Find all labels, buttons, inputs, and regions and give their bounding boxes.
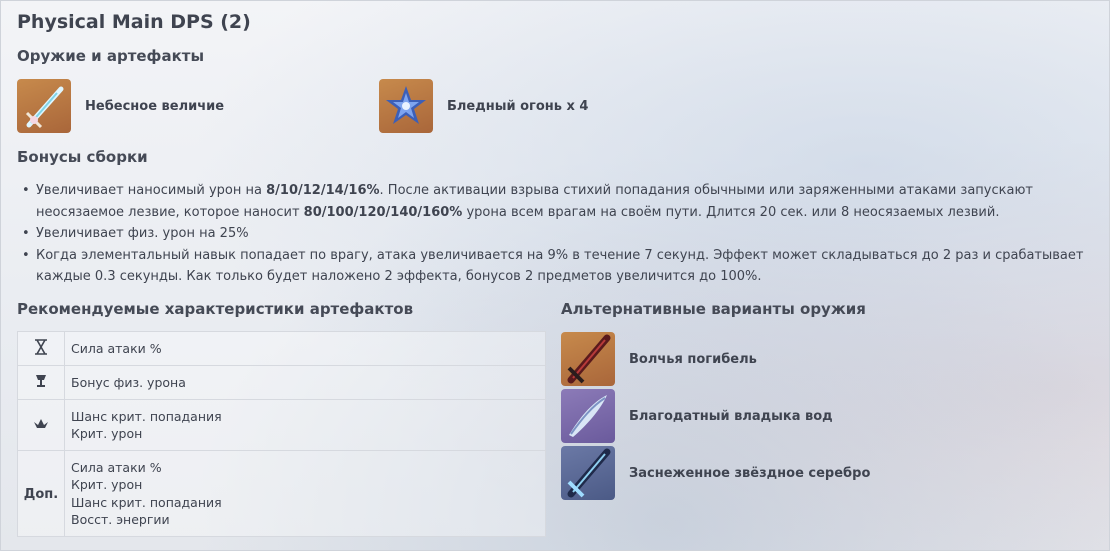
weapon-entry[interactable]: Небесное величие	[17, 79, 224, 133]
bonus-text-0-4: урона всем врагам на своём пути. Длится …	[462, 204, 1000, 220]
stats-values: Бонус физ. урона	[64, 365, 546, 400]
alt-weapon-name: Волчья погибель	[629, 351, 757, 367]
alt-weapon-entry[interactable]: Благодатный владыка вод	[561, 389, 833, 443]
greatsword-icon	[561, 332, 615, 386]
alt-weapon-entry[interactable]: Волчья погибель	[561, 332, 757, 386]
stats-table: Сила атаки % Бонус физ. урона Шанс крит.…	[17, 331, 546, 537]
stat-line: Сила атаки %	[71, 459, 162, 475]
stats-values: Шанс крит. попадания Крит. урон	[64, 399, 546, 451]
weapons-heading: Оружие и артефакты	[17, 47, 205, 65]
stat-line: Сила атаки %	[71, 340, 162, 356]
stat-line: Шанс крит. попадания	[71, 408, 222, 424]
alt-weapon-name: Благодатный владыка вод	[629, 408, 833, 424]
bonus-item: Увеличивает физ. урон на 25%	[20, 223, 1090, 245]
bonus-text-0-3: 80/100/120/140/160%	[303, 204, 463, 220]
artifact-entry[interactable]: Бледный огонь x 4	[379, 79, 588, 133]
alt-weapon-name: Заснеженное звёздное серебро	[629, 465, 871, 481]
hourglass-icon	[17, 331, 65, 366]
stats-row-goblet: Бонус физ. урона	[17, 365, 546, 400]
alt-weapon-entry[interactable]: Заснеженное звёздное серебро	[561, 446, 870, 500]
bonus-item: Увеличивает наносимый урон на 8/10/12/14…	[20, 180, 1090, 223]
bonus-text-0-1: 8/10/12/14/16%	[266, 183, 380, 198]
weapon-name: Небесное величие	[85, 98, 225, 114]
snow-greatsword-icon	[561, 446, 615, 500]
stat-line: Бонус физ. урона	[71, 374, 186, 390]
artifact-name: Бледный огонь x 4	[447, 98, 589, 114]
substats-label: Доп.	[23, 486, 59, 502]
substats-label-cell: Доп.	[17, 450, 65, 537]
bonus-text-1-0: Увеличивает физ. урон на 25%	[36, 226, 249, 241]
sword-icon	[17, 79, 71, 133]
bonuses-heading: Бонусы сборки	[17, 148, 148, 166]
build-title: Physical Main DPS (2)	[17, 11, 251, 33]
stat-line: Шанс крит. попадания	[71, 494, 222, 510]
stat-line: Крит. урон	[71, 426, 143, 441]
stats-values: Сила атаки % Крит. урон Шанс крит. попад…	[64, 450, 546, 537]
bonus-item: Когда элементальный навык попадает по вр…	[20, 245, 1090, 288]
build-card: Physical Main DPS (2) Оружие и артефакты…	[0, 0, 1110, 551]
bonus-text-2-0: Когда элементальный навык попадает по вр…	[36, 247, 1084, 285]
stat-line: Восст. энергии	[71, 512, 170, 527]
alt-heading: Альтернативные варианты оружия	[561, 300, 866, 318]
circlet-icon	[17, 399, 65, 451]
fish-blade-icon	[561, 389, 615, 443]
stats-row-circlet: Шанс крит. попадания Крит. урон	[17, 399, 546, 451]
bonus-list: Увеличивает наносимый урон на 8/10/12/14…	[20, 180, 1090, 288]
bonus-text-0-0: Увеличивает наносимый урон на	[36, 183, 267, 198]
flower-artifact-icon	[379, 79, 433, 133]
stats-heading: Рекомендуемые характеристики артефактов	[17, 300, 414, 318]
stats-row-substats: Доп. Сила атаки % Крит. урон Шанс крит. …	[17, 450, 546, 537]
stat-line: Крит. урон	[71, 477, 143, 492]
stats-values: Сила атаки %	[64, 331, 546, 366]
stats-row-sands: Сила атаки %	[17, 331, 546, 366]
goblet-icon	[17, 365, 65, 400]
